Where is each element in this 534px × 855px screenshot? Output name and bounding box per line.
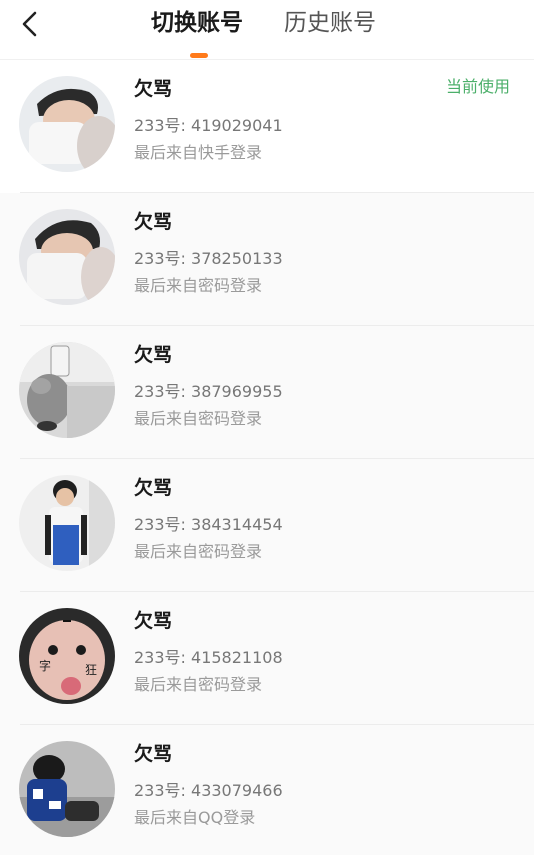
account-name: 欠骂	[134, 344, 173, 366]
account-row[interactable]: 欠骂 233号: 433079466 最后来自QQ登录	[0, 725, 534, 855]
avatar-sticker-char: 狂	[85, 663, 97, 677]
top-bar: 切换账号 历史账号	[0, 0, 534, 60]
back-arrow-icon[interactable]	[14, 8, 46, 40]
account-id: 233号: 387969955	[134, 382, 283, 401]
tab-history-account[interactable]: 历史账号	[284, 8, 376, 38]
avatar-sticker-char: 字	[39, 658, 51, 673]
account-name: 欠骂	[134, 610, 173, 632]
active-tab-indicator	[190, 53, 208, 58]
account-name: 欠骂	[134, 78, 173, 100]
avatar: 字 狂	[19, 608, 115, 704]
account-id: 233号: 415821108	[134, 648, 283, 667]
last-login-method: 最后来自密码登录	[134, 276, 263, 295]
last-login-method: 最后来自密码登录	[134, 675, 263, 694]
tab-switch-account[interactable]: 切换账号	[151, 8, 243, 38]
avatar	[19, 209, 115, 305]
last-login-method: 最后来自密码登录	[134, 542, 263, 561]
last-login-method: 最后来自快手登录	[134, 143, 263, 162]
account-name: 欠骂	[134, 211, 173, 233]
account-row[interactable]: 欠骂 233号: 378250133 最后来自密码登录	[0, 193, 534, 326]
last-login-method: 最后来自密码登录	[134, 409, 263, 428]
account-id: 233号: 433079466	[134, 781, 283, 800]
current-account-badge: 当前使用	[445, 77, 510, 96]
account-id: 233号: 384314454	[134, 515, 283, 534]
account-row[interactable]: 欠骂 233号: 384314454 最后来自密码登录	[0, 459, 534, 592]
account-row[interactable]: 字 狂 欠骂 233号: 415821108 最后来自密码登录	[0, 592, 534, 725]
avatar	[19, 475, 115, 571]
account-row[interactable]: 欠骂 233号: 419029041 最后来自快手登录 当前使用	[0, 60, 534, 193]
account-row[interactable]: 欠骂 233号: 387969955 最后来自密码登录	[0, 326, 534, 459]
avatar	[19, 342, 115, 438]
avatar	[19, 741, 115, 837]
account-list: 欠骂 233号: 419029041 最后来自快手登录 当前使用 欠骂 233号…	[0, 60, 534, 855]
account-id: 233号: 419029041	[134, 116, 283, 135]
account-name: 欠骂	[134, 743, 173, 765]
account-name: 欠骂	[134, 477, 173, 499]
avatar	[19, 76, 115, 172]
account-id: 233号: 378250133	[134, 249, 283, 268]
last-login-method: 最后来自QQ登录	[134, 808, 256, 827]
